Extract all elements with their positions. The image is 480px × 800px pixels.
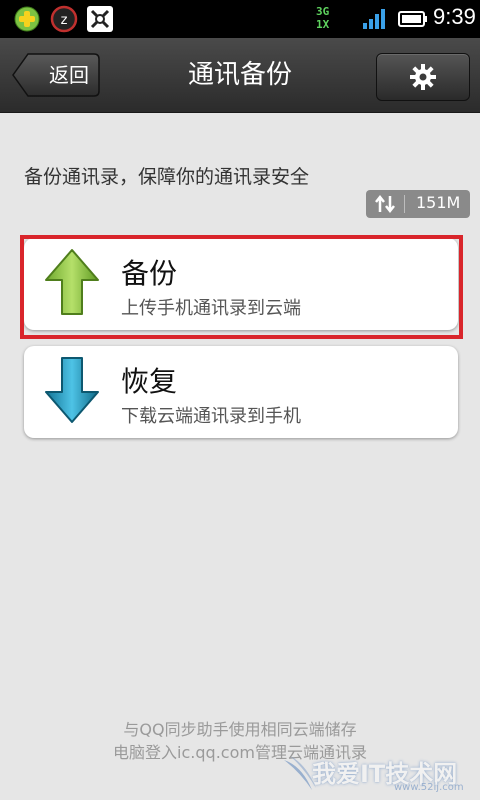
gear-icon: [410, 64, 436, 90]
arrow-down-icon: [45, 357, 99, 423]
restore-card[interactable]: 恢复 下载云端通讯录到手机: [24, 346, 458, 438]
settings-button[interactable]: [376, 53, 470, 101]
restore-title: 恢复: [121, 365, 178, 398]
z-app-icon: z: [50, 5, 78, 33]
watermark: 我爱IT技术网 www.52ij.com: [282, 752, 472, 794]
network-type: 3G 1X: [316, 5, 356, 33]
title-bar: 返回 通讯备份: [0, 38, 480, 113]
status-time: 9:39: [433, 4, 476, 29]
back-button-label: 返回: [49, 63, 89, 87]
battery-icon: [398, 11, 427, 27]
badge-divider: [404, 195, 405, 213]
watermark-url: www.52ij.com: [394, 782, 464, 793]
network-type-bottom: 1X: [316, 18, 330, 31]
sync-arrows-icon: [375, 195, 395, 213]
back-button[interactable]: 返回: [12, 53, 100, 97]
footer-line-1: 与QQ同步助手使用相同云端储存: [123, 720, 357, 739]
data-usage-value: 151M: [416, 193, 461, 212]
status-bar: z 3G 1X 9:39: [0, 0, 480, 38]
restore-subtitle: 下载云端通讯录到手机: [121, 406, 301, 427]
data-usage-badge: 151M: [366, 190, 470, 218]
highlight-box: [20, 235, 463, 339]
plus-app-icon: [14, 6, 40, 32]
svg-text:z: z: [61, 13, 68, 28]
network-type-top: 3G: [316, 5, 330, 18]
signal-icon: [363, 9, 385, 29]
tools-app-icon: [87, 6, 113, 32]
description-text: 备份通讯录，保障你的通讯录安全: [24, 166, 310, 188]
